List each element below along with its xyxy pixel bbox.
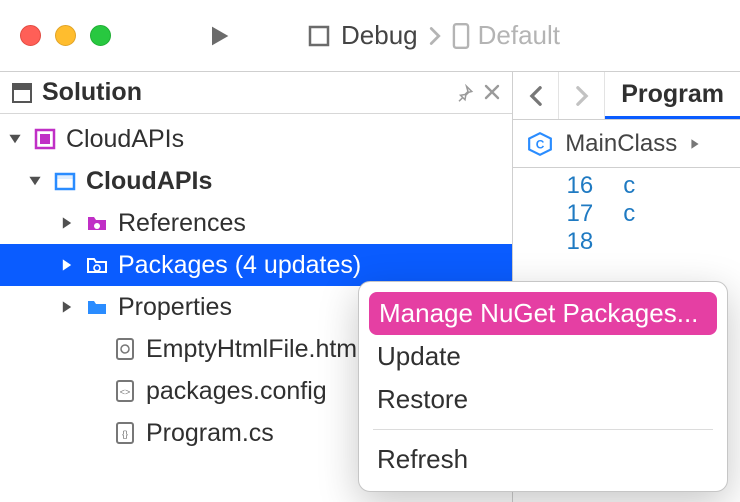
menu-item-label: Restore — [377, 384, 468, 415]
breadcrumb-label: MainClass — [565, 130, 677, 158]
triangle-right-icon — [58, 258, 76, 272]
editor-tab[interactable]: Program — [605, 72, 740, 119]
svg-text:C: C — [536, 137, 545, 151]
menu-item-restore[interactable]: Restore — [359, 378, 727, 421]
tree-item-label: EmptyHtmlFile.html — [146, 335, 363, 364]
project-icon — [52, 168, 78, 194]
html-file-icon — [112, 336, 138, 362]
tree-item-references[interactable]: References — [0, 202, 512, 244]
tree-item-solution-root[interactable]: CloudAPIs — [0, 118, 512, 160]
solution-icon — [10, 81, 34, 105]
run-target[interactable]: Default — [452, 20, 560, 51]
nav-back-button[interactable] — [513, 72, 559, 119]
tree-item-label: Program.cs — [146, 419, 274, 448]
line-number: 16 — [513, 172, 623, 200]
device-label: Default — [478, 20, 560, 51]
code-line: 18 — [513, 228, 740, 256]
menu-item-label: Manage NuGet Packages... — [379, 298, 698, 329]
triangle-down-icon — [6, 132, 24, 146]
triangle-right-icon — [58, 300, 76, 314]
config-file-icon: <> — [112, 378, 138, 404]
packages-folder-icon — [84, 252, 110, 278]
code-text: c — [623, 200, 635, 228]
menu-item-manage-nuget[interactable]: Manage NuGet Packages... — [369, 292, 717, 335]
svg-text:<>: <> — [120, 387, 131, 397]
nav-forward-button[interactable] — [559, 72, 605, 119]
stop-square-icon — [307, 24, 331, 48]
titlebar: Debug Default — [0, 0, 740, 72]
code-line: 17 c — [513, 200, 740, 228]
solution-node-icon — [32, 126, 58, 152]
triangle-right-icon — [58, 216, 76, 230]
chevron-right-icon — [428, 26, 442, 46]
tree-item-label: Packages (4 updates) — [118, 251, 361, 280]
minimize-window-button[interactable] — [55, 25, 76, 46]
class-icon: C — [527, 131, 553, 157]
context-menu: Manage NuGet Packages... Update Restore … — [358, 281, 728, 492]
close-window-button[interactable] — [20, 25, 41, 46]
pin-icon[interactable] — [456, 84, 474, 102]
config-label: Debug — [341, 20, 418, 51]
menu-item-label: Refresh — [377, 444, 468, 475]
run-button[interactable] — [205, 22, 233, 50]
menu-item-update[interactable]: Update — [359, 335, 727, 378]
tree-item-label: CloudAPIs — [66, 125, 184, 154]
line-number: 17 — [513, 200, 623, 228]
editor-breadcrumb[interactable]: C MainClass — [513, 120, 740, 168]
triangle-right-icon — [689, 138, 701, 150]
folder-icon — [84, 294, 110, 320]
tree-item-label: packages.config — [146, 377, 327, 406]
cs-file-icon: {} — [112, 420, 138, 446]
zoom-window-button[interactable] — [90, 25, 111, 46]
tree-item-packages[interactable]: Packages (4 updates) — [0, 244, 512, 286]
close-panel-icon[interactable] — [484, 84, 500, 102]
menu-item-label: Update — [377, 341, 461, 372]
tree-item-label: CloudAPIs — [86, 167, 212, 196]
code-line: 16 c — [513, 172, 740, 200]
references-folder-icon — [84, 210, 110, 236]
tree-item-label: Properties — [118, 293, 232, 322]
device-icon — [452, 23, 470, 49]
run-configuration[interactable]: Debug Default — [307, 20, 560, 51]
code-text: c — [623, 172, 635, 200]
line-number: 18 — [513, 228, 623, 256]
tab-label: Program — [621, 80, 724, 109]
tree-item-label: References — [118, 209, 246, 238]
menu-separator — [373, 429, 713, 430]
panel-title: Solution — [42, 78, 142, 107]
svg-text:{}: {} — [122, 429, 128, 439]
window-controls — [20, 25, 111, 46]
panel-header: Solution — [0, 72, 512, 114]
triangle-down-icon — [26, 174, 44, 188]
menu-item-refresh[interactable]: Refresh — [359, 438, 727, 481]
editor-tabbar: Program — [513, 72, 740, 120]
tree-item-project[interactable]: CloudAPIs — [0, 160, 512, 202]
